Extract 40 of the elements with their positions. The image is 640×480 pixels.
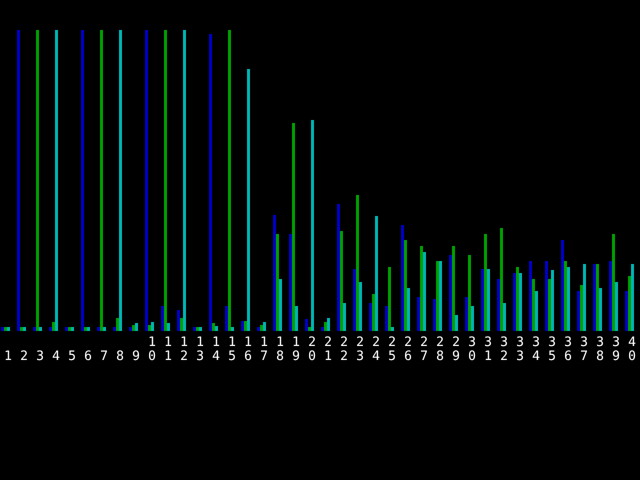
axis-label: 36 — [564, 336, 572, 364]
axis-label: 31 — [484, 336, 492, 364]
axis-label: 18 — [276, 336, 284, 364]
axis-label: 25 — [388, 336, 396, 364]
axis-label: 28 — [436, 336, 444, 364]
axis-label: 17 — [260, 336, 268, 364]
axis-label: 4 — [52, 350, 60, 364]
axis-label: 9 — [132, 350, 140, 364]
axis-label: 16 — [244, 336, 252, 364]
axis-label: 8 — [116, 350, 124, 364]
axis-label: 23 — [356, 336, 364, 364]
axis-label: 22 — [340, 336, 348, 364]
axis-label: 37 — [580, 336, 588, 364]
axis-label: 26 — [404, 336, 412, 364]
axis-label: 34 — [532, 336, 540, 364]
axis-label: 35 — [548, 336, 556, 364]
axis-label: 11 — [164, 336, 172, 364]
axis-label: 38 — [596, 336, 604, 364]
axis-label: 40 — [628, 336, 636, 364]
axis-label: 32 — [500, 336, 508, 364]
axis-label: 7 — [100, 350, 108, 364]
axis-label: 5 — [68, 350, 76, 364]
axis-label: 15 — [228, 336, 236, 364]
axis-label: 30 — [468, 336, 476, 364]
axis-label: 29 — [452, 336, 460, 364]
axis-label: 27 — [420, 336, 428, 364]
axis-label: 13 — [196, 336, 204, 364]
axis-label: 33 — [516, 336, 524, 364]
axis-label: 39 — [612, 336, 620, 364]
axis-label: 6 — [84, 350, 92, 364]
axis-label: 19 — [292, 336, 300, 364]
axis-label: 10 — [148, 336, 156, 364]
axis-label: 24 — [372, 336, 380, 364]
axis-label: 21 — [324, 336, 332, 364]
axis-label: 1 — [4, 350, 12, 364]
axis-label: 12 — [180, 336, 188, 364]
axis-label: 14 — [212, 336, 220, 364]
axis-label: 3 — [36, 350, 44, 364]
axis-label: 20 — [308, 336, 316, 364]
axis-label: 2 — [20, 350, 28, 364]
